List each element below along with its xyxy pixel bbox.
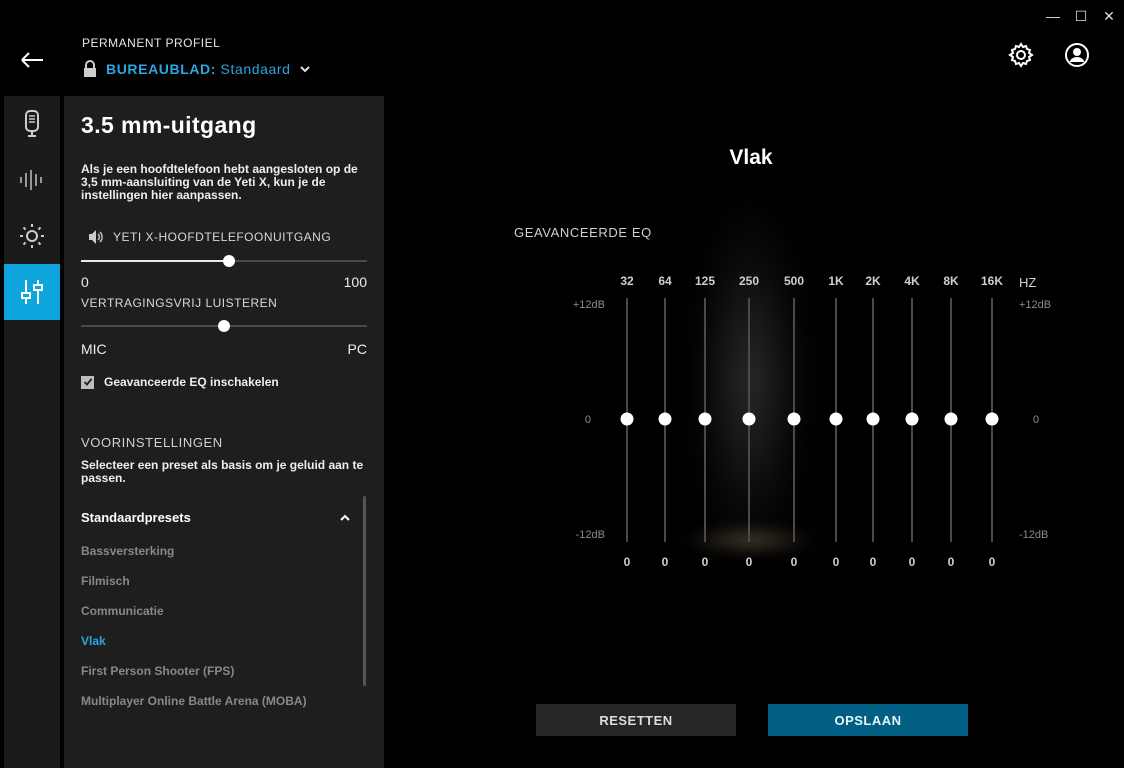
eq-band-thumb[interactable]: [787, 412, 801, 426]
speaker-icon: [89, 230, 103, 244]
presets-description: Selecteer een preset als basis om je gel…: [81, 458, 364, 485]
preset-item[interactable]: Communicatie: [81, 602, 351, 620]
monitor-max-label: PC: [347, 341, 367, 357]
back-button[interactable]: [18, 46, 46, 74]
sliders-icon: [21, 280, 43, 304]
profile-name: BUREAUBLAD: Standaard: [106, 61, 291, 77]
monitor-min-label: MIC: [81, 341, 107, 357]
eq-band-thumb[interactable]: [905, 412, 919, 426]
close-button[interactable]: ✕: [1102, 6, 1116, 26]
eq-band-value: 0: [870, 555, 877, 569]
save-button[interactable]: OPSLAAN: [768, 704, 968, 736]
reset-button[interactable]: RESETTEN: [536, 704, 736, 736]
eq-band-value: 0: [624, 555, 631, 569]
headphone-output-label: YETI X-HOOFDTELEFOONUITGANG: [87, 229, 331, 245]
waveform-icon: [20, 170, 42, 190]
eq-band-thumb[interactable]: [698, 412, 712, 426]
user-icon: [1065, 43, 1089, 67]
sidebar-rail: [4, 96, 60, 768]
eq-band-thumb[interactable]: [829, 412, 843, 426]
lock-icon: [84, 60, 96, 77]
rail-item-headphone-output[interactable]: [4, 264, 60, 320]
eq-band-value: 0: [909, 555, 916, 569]
eq-subtitle: GEAVANCEERDE EQ: [514, 225, 652, 240]
eq-band-value: 0: [989, 555, 996, 569]
settings-button[interactable]: [1008, 42, 1034, 68]
settings-panel: 3.5 mm-uitgang Als je een hoofdtelefoon …: [64, 96, 384, 768]
eq-band-value: 0: [702, 555, 709, 569]
eq-band-label: 8K: [943, 274, 959, 288]
account-button[interactable]: [1064, 42, 1090, 68]
eq-band-value: 0: [833, 555, 840, 569]
monitor-slider-thumb[interactable]: [218, 320, 230, 332]
eq-db-bottom-right: -12dB: [1019, 529, 1048, 541]
eq-band-label: 16K: [981, 274, 1003, 288]
preset-list: Bassversterking Filmisch Communicatie Vlak F…: [81, 542, 351, 710]
rail-item-microphone[interactable]: [4, 96, 60, 152]
panel-title: 3.5 mm-uitgang: [81, 112, 257, 138]
chevron-down-icon: [299, 66, 310, 73]
device-glow: [690, 200, 810, 560]
gear-icon: [1008, 42, 1034, 68]
monitor-label: VERTRAGINGSVRIJ LUISTEREN: [81, 296, 278, 310]
eq-band-label: 32: [620, 274, 634, 288]
volume-min-label: 0: [81, 274, 89, 290]
monitor-mix-slider[interactable]: [81, 319, 367, 333]
eq-db-mid-right: 0: [1033, 414, 1039, 426]
profile-label: PERMANENT PROFIEL: [82, 36, 221, 50]
eq-band-thumb[interactable]: [742, 412, 756, 426]
rail-item-lighting[interactable]: [4, 208, 60, 264]
preset-item[interactable]: Vlak: [81, 632, 351, 650]
advanced-eq-checkbox[interactable]: [81, 375, 94, 389]
sun-icon: [20, 224, 44, 248]
eq-band-thumb[interactable]: [866, 412, 880, 426]
advanced-eq-label: Geavanceerde EQ inschakelen: [104, 375, 279, 389]
preset-item[interactable]: Filmisch: [81, 572, 351, 590]
eq-band-thumb[interactable]: [944, 412, 958, 426]
volume-slider-fill: [81, 260, 230, 262]
preset-scrollbar[interactable]: [363, 496, 366, 686]
minimize-button[interactable]: —: [1046, 6, 1060, 26]
preset-group-label: Standaardpresets: [81, 510, 191, 525]
eq-band-value: 0: [948, 555, 955, 569]
eq-db-top-left: +12dB: [573, 299, 605, 311]
profile-selector[interactable]: BUREAUBLAD: Standaard: [82, 60, 311, 78]
eq-title: Vlak: [729, 146, 773, 169]
eq-band-label: 1K: [828, 274, 844, 288]
volume-slider[interactable]: [81, 254, 367, 268]
advanced-eq-toggle[interactable]: Geavanceerde EQ inschakelen: [81, 375, 279, 389]
eq-db-mid-left: 0: [585, 414, 591, 426]
volume-max-label: 100: [343, 274, 367, 290]
eq-band-label: 4K: [904, 274, 920, 288]
arrow-left-icon: [21, 52, 43, 68]
eq-band-label: 2K: [865, 274, 881, 288]
preset-group-header[interactable]: Standaardpresets: [81, 510, 351, 525]
preset-item[interactable]: First Person Shooter (FPS): [81, 662, 351, 680]
chevron-up-icon: [340, 514, 350, 521]
eq-band-thumb[interactable]: [658, 412, 672, 426]
maximize-button[interactable]: ☐: [1074, 6, 1088, 26]
eq-band-thumb[interactable]: [620, 412, 634, 426]
microphone-icon: [25, 110, 39, 137]
window-controls: — ☐ ✕: [1046, 6, 1116, 26]
preset-item[interactable]: Multiplayer Online Battle Arena (MOBA): [81, 692, 351, 710]
presets-title: VOORINSTELLINGEN: [81, 435, 223, 450]
eq-band-label: 64: [658, 274, 672, 288]
eq-band-thumb[interactable]: [985, 412, 999, 426]
device-glow-base: [685, 525, 815, 555]
eq-unit-label: HZ: [1019, 275, 1036, 290]
eq-db-top-right: +12dB: [1019, 299, 1051, 311]
checkmark-icon: [83, 378, 92, 386]
volume-slider-thumb[interactable]: [223, 255, 236, 267]
preset-item[interactable]: Bassversterking: [81, 542, 351, 560]
eq-band-value: 0: [662, 555, 669, 569]
profile-block: PERMANENT PROFIEL BUREAUBLAD: Standaard: [82, 36, 311, 78]
eq-db-bottom-left: -12dB: [576, 529, 605, 541]
top-icons: [1008, 42, 1090, 68]
eq-band-value: 0: [791, 555, 798, 569]
